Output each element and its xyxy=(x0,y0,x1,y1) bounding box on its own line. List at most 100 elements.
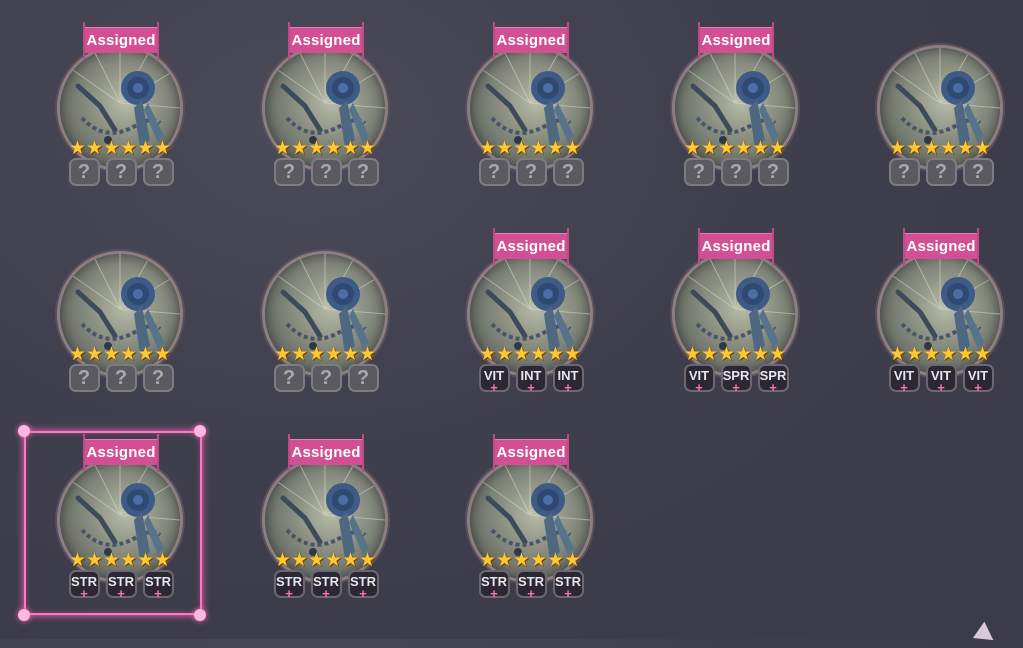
star-icon: ★ xyxy=(718,344,736,365)
assigned-badge: Assigned xyxy=(288,22,364,60)
unknown-substat-icon: ? xyxy=(478,158,510,186)
substat-row: VIT + SPR + SPR + xyxy=(680,364,792,394)
star-icon: ★ xyxy=(957,138,975,159)
substat-str: STR + xyxy=(310,570,342,600)
star-icon: ★ xyxy=(308,344,326,365)
unknown-substat-icon: ? xyxy=(888,158,920,186)
substat-vit: VIT + xyxy=(888,364,920,394)
star-icon: ★ xyxy=(274,344,292,365)
unknown-substat-icon: ? xyxy=(962,158,994,186)
accessory-slot[interactable]: Assigned ★ ★ ★ ★ ★ ★??? xyxy=(622,0,827,205)
assigned-badge: Assigned xyxy=(903,228,979,266)
rarity-stars: ★ ★ ★ ★ ★ ★ xyxy=(889,345,991,365)
selection-frame xyxy=(24,431,202,615)
star-icon: ★ xyxy=(359,138,377,159)
star-icon: ★ xyxy=(274,138,292,159)
accessory-slot[interactable]: ★ ★ ★ ★ ★ ★??? xyxy=(827,0,1023,205)
substat-str: STR + xyxy=(478,570,510,600)
substat-row: VIT + INT + INT + xyxy=(475,364,587,394)
unknown-substat-icon: ? xyxy=(105,158,137,186)
star-icon: ★ xyxy=(291,550,309,571)
rarity-stars: ★ ★ ★ ★ ★ ★ xyxy=(479,551,581,571)
accessory-slot[interactable]: ★ ★ ★ ★ ★ ★??? xyxy=(7,206,212,411)
star-icon: ★ xyxy=(974,344,992,365)
accessory-slot[interactable]: Assigned ★ ★ ★ ★ ★ ★ VIT + INT + INT + xyxy=(417,206,622,411)
accessory-slot[interactable]: Assigned ★ ★ ★ ★ ★ ★ VIT + VIT + VIT + xyxy=(827,206,1023,411)
rarity-stars: ★ ★ ★ ★ ★ ★ xyxy=(889,139,991,159)
assigned-badge: Assigned xyxy=(493,434,569,472)
plus-icon: + xyxy=(974,380,982,395)
star-icon: ★ xyxy=(684,344,702,365)
star-icon: ★ xyxy=(103,138,121,159)
substat-row: VIT + VIT + VIT + xyxy=(885,364,997,394)
star-icon: ★ xyxy=(923,138,941,159)
unknown-substat-icon: ? xyxy=(68,364,100,392)
accessory-slot[interactable]: Assigned ★ ★ ★ ★ ★ ★??? xyxy=(417,0,622,205)
star-icon: ★ xyxy=(718,138,736,159)
star-icon: ★ xyxy=(701,344,719,365)
substat-row: ??? xyxy=(65,158,177,188)
unknown-substat-icon: ? xyxy=(105,364,137,392)
star-icon: ★ xyxy=(735,344,753,365)
plus-icon: + xyxy=(490,380,498,395)
star-icon: ★ xyxy=(889,138,907,159)
star-icon: ★ xyxy=(547,138,565,159)
substat-row: STR + STR + STR + xyxy=(270,570,382,600)
star-icon: ★ xyxy=(547,344,565,365)
star-icon: ★ xyxy=(154,344,172,365)
plus-icon: + xyxy=(695,380,703,395)
selection-corner xyxy=(18,609,30,621)
star-icon: ★ xyxy=(769,344,787,365)
assigned-badge: Assigned xyxy=(288,434,364,472)
unknown-substat-icon: ? xyxy=(925,158,957,186)
unknown-substat-icon: ? xyxy=(310,158,342,186)
star-icon: ★ xyxy=(564,550,582,571)
star-icon: ★ xyxy=(69,138,87,159)
star-icon: ★ xyxy=(923,344,941,365)
star-icon: ★ xyxy=(889,344,907,365)
plus-icon: + xyxy=(359,586,367,601)
unknown-substat-icon: ? xyxy=(142,158,174,186)
star-icon: ★ xyxy=(120,344,138,365)
selection-corner xyxy=(18,425,30,437)
plus-icon: + xyxy=(564,380,572,395)
substat-str: STR + xyxy=(347,570,379,601)
star-icon: ★ xyxy=(103,344,121,365)
star-icon: ★ xyxy=(752,138,770,159)
assigned-badge: Assigned xyxy=(698,228,774,266)
rarity-stars: ★ ★ ★ ★ ★ ★ xyxy=(479,345,581,365)
star-icon: ★ xyxy=(325,550,343,571)
rarity-stars: ★ ★ ★ ★ ★ ★ xyxy=(274,139,376,159)
star-icon: ★ xyxy=(479,344,497,365)
star-icon: ★ xyxy=(325,344,343,365)
star-icon: ★ xyxy=(906,138,924,159)
rarity-stars: ★ ★ ★ ★ ★ ★ xyxy=(69,139,171,159)
star-icon: ★ xyxy=(530,138,548,159)
plus-icon: + xyxy=(937,380,945,395)
accessory-slot[interactable]: Assigned ★ ★ ★ ★ ★ ★ STR + STR + STR + xyxy=(417,412,622,617)
assigned-badge: Assigned xyxy=(493,22,569,60)
star-icon: ★ xyxy=(684,138,702,159)
accessory-grid: Assigned ★ ★ ★ ★ ★ ★??? Assigned ★ ★ ★ ★ ★ ★??? Assi… xyxy=(0,0,1023,639)
unknown-substat-icon: ? xyxy=(515,158,547,186)
assigned-badge: Assigned xyxy=(83,22,159,60)
substat-vit: VIT + xyxy=(962,364,994,395)
unknown-substat-icon: ? xyxy=(552,158,584,186)
accessory-slot[interactable]: Assigned ★ ★ ★ ★ ★ ★??? xyxy=(212,0,417,205)
star-icon: ★ xyxy=(530,550,548,571)
plus-icon: + xyxy=(527,380,535,395)
star-icon: ★ xyxy=(479,550,497,571)
unknown-substat-icon: ? xyxy=(310,364,342,392)
star-icon: ★ xyxy=(496,550,514,571)
substat-row: ??? xyxy=(885,158,997,188)
accessory-slot[interactable]: Assigned ★ ★ ★ ★ ★ ★ STR + STR + STR + xyxy=(212,412,417,617)
accessory-slot[interactable]: Assigned ★ ★ ★ ★ ★ ★??? xyxy=(7,0,212,205)
star-icon: ★ xyxy=(86,344,104,365)
star-icon: ★ xyxy=(359,550,377,571)
star-icon: ★ xyxy=(274,550,292,571)
accessory-slot[interactable]: ★ ★ ★ ★ ★ ★??? xyxy=(212,206,417,411)
star-icon: ★ xyxy=(496,138,514,159)
star-icon: ★ xyxy=(735,138,753,159)
accessory-slot[interactable]: Assigned ★ ★ ★ ★ ★ ★ VIT + SPR + SPR + xyxy=(622,206,827,411)
plus-icon: + xyxy=(769,380,777,395)
